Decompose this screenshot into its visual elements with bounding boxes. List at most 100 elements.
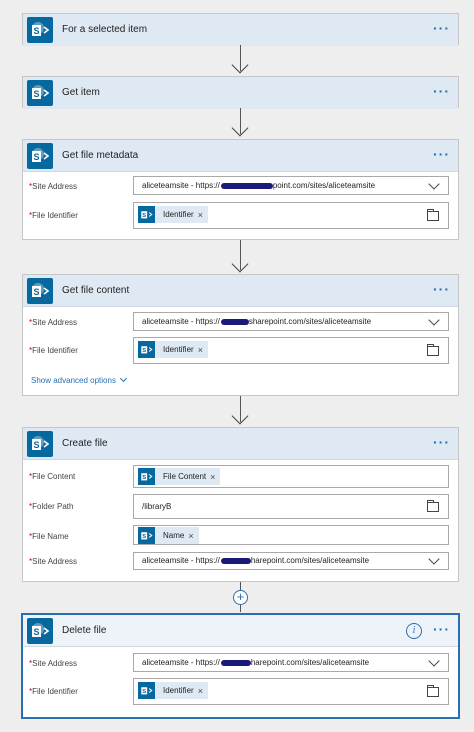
file-name-input[interactable]: S Name × bbox=[133, 525, 449, 545]
file-identifier-label: *File Identifier bbox=[29, 687, 78, 696]
folder-icon[interactable] bbox=[426, 208, 439, 221]
svg-text:S: S bbox=[142, 213, 146, 219]
sharepoint-icon: S bbox=[27, 17, 53, 43]
step-title: Get file metadata bbox=[62, 150, 139, 161]
svg-text:S: S bbox=[33, 89, 39, 99]
site-address-dropdown[interactable]: aliceteamsite - https://point.com/sites/… bbox=[133, 176, 449, 195]
folder-path-value: /libraryB bbox=[142, 502, 172, 511]
redaction-mark bbox=[220, 659, 251, 666]
step-card-get-file-content[interactable]: S Get file content ··· *Site Address ali… bbox=[22, 274, 459, 396]
remove-token-icon[interactable]: × bbox=[198, 686, 203, 696]
chevron-down-icon[interactable] bbox=[428, 654, 440, 667]
file-content-input[interactable]: S File Content × bbox=[133, 465, 449, 488]
folder-icon[interactable] bbox=[426, 343, 439, 356]
sharepoint-icon: S bbox=[27, 431, 53, 457]
folder-icon[interactable] bbox=[426, 684, 439, 697]
file-identifier-input[interactable]: S Identifier × bbox=[133, 678, 449, 705]
file-identifier-input[interactable]: S Identifier × bbox=[133, 337, 449, 364]
chevron-down-icon[interactable] bbox=[428, 177, 440, 190]
step-title: For a selected item bbox=[62, 24, 148, 35]
redaction-mark bbox=[220, 557, 251, 564]
site-address-label: *Site Address bbox=[29, 318, 78, 327]
step-card-create-file[interactable]: S Create file ··· *File Content S File C… bbox=[22, 427, 459, 582]
svg-text:S: S bbox=[142, 534, 146, 540]
svg-text:S: S bbox=[33, 627, 39, 637]
sharepoint-icon: S bbox=[138, 527, 155, 544]
step-title: Get item bbox=[62, 87, 100, 98]
svg-text:S: S bbox=[33, 152, 39, 162]
file-name-row: *File Name S Name × bbox=[23, 525, 458, 545]
dynamic-token[interactable]: S Identifier × bbox=[138, 682, 208, 699]
add-step-icon[interactable]: + bbox=[233, 590, 248, 605]
redaction-mark bbox=[220, 318, 249, 325]
step-card-delete-file[interactable]: S Delete file i ··· *Site Address alicet… bbox=[21, 613, 460, 719]
svg-text:S: S bbox=[33, 440, 39, 450]
folder-path-label: *Folder Path bbox=[29, 502, 74, 511]
step-header[interactable]: S Create file ··· bbox=[23, 428, 458, 460]
file-identifier-input[interactable]: S Identifier × bbox=[133, 202, 449, 229]
site-address-label: *Site Address bbox=[29, 557, 78, 566]
step-header[interactable]: S Delete file i ··· bbox=[23, 615, 458, 647]
file-identifier-row: *File Identifier S Identifier × bbox=[23, 337, 458, 364]
step-title: Create file bbox=[62, 438, 108, 449]
step-header[interactable]: S Get file content ··· bbox=[23, 275, 458, 307]
file-content-row: *File Content S File Content × bbox=[23, 465, 458, 488]
arrow-down-icon bbox=[231, 56, 249, 74]
step-header[interactable]: S Get file metadata ··· bbox=[23, 140, 458, 172]
remove-token-icon[interactable]: × bbox=[198, 210, 203, 220]
step-card-trigger[interactable]: S For a selected item ··· bbox=[22, 13, 459, 46]
remove-token-icon[interactable]: × bbox=[188, 531, 193, 541]
token-label: Name bbox=[163, 531, 185, 540]
file-identifier-row: *File Identifier S Identifier × bbox=[23, 678, 458, 705]
token-label: File Content bbox=[163, 472, 207, 481]
show-advanced-options-link[interactable]: Show advanced options bbox=[31, 374, 127, 385]
svg-text:S: S bbox=[142, 689, 146, 695]
site-address-row: *Site Address aliceteamsite - https://sh… bbox=[23, 312, 458, 331]
site-address-dropdown[interactable]: aliceteamsite - https://harepoint.com/si… bbox=[133, 653, 449, 672]
more-options-icon[interactable]: ··· bbox=[433, 14, 450, 42]
more-options-icon[interactable]: ··· bbox=[433, 275, 450, 303]
sharepoint-icon: S bbox=[27, 143, 53, 169]
svg-text:S: S bbox=[33, 26, 39, 36]
token-label: Identifier bbox=[163, 210, 194, 219]
file-name-label: *File Name bbox=[29, 532, 69, 541]
step-header[interactable]: S Get item ··· bbox=[23, 77, 458, 109]
folder-path-row: *Folder Path /libraryB bbox=[23, 494, 458, 519]
token-label: Identifier bbox=[163, 345, 194, 354]
file-identifier-label: *File Identifier bbox=[29, 211, 78, 220]
redaction-mark bbox=[220, 182, 273, 189]
folder-icon[interactable] bbox=[426, 499, 439, 512]
step-card-get-item[interactable]: S Get item ··· bbox=[22, 76, 459, 109]
chevron-down-icon[interactable] bbox=[428, 553, 440, 565]
svg-text:S: S bbox=[33, 287, 39, 297]
step-card-get-file-metadata[interactable]: S Get file metadata ··· *Site Address al… bbox=[22, 139, 459, 240]
dynamic-token[interactable]: S Name × bbox=[138, 527, 199, 544]
file-identifier-label: *File Identifier bbox=[29, 346, 78, 355]
arrow-down-icon bbox=[231, 407, 249, 425]
more-options-icon[interactable]: ··· bbox=[433, 615, 450, 643]
dynamic-token[interactable]: S Identifier × bbox=[138, 341, 208, 358]
more-options-icon[interactable]: ··· bbox=[433, 428, 450, 456]
folder-path-input[interactable]: /libraryB bbox=[133, 494, 449, 519]
dynamic-token[interactable]: S File Content × bbox=[138, 468, 221, 485]
more-options-icon[interactable]: ··· bbox=[433, 140, 450, 168]
remove-token-icon[interactable]: × bbox=[210, 472, 215, 482]
site-address-dropdown[interactable]: aliceteamsite - https://sharepoint.com/s… bbox=[133, 312, 449, 331]
more-options-icon[interactable]: ··· bbox=[433, 77, 450, 105]
token-label: Identifier bbox=[163, 686, 194, 695]
sharepoint-icon: S bbox=[27, 278, 53, 304]
site-address-label: *Site Address bbox=[29, 659, 78, 668]
site-address-row: *Site Address aliceteamsite - https://ha… bbox=[23, 552, 458, 570]
chevron-down-icon[interactable] bbox=[428, 313, 440, 326]
info-icon[interactable]: i bbox=[406, 623, 422, 639]
site-address-dropdown[interactable]: aliceteamsite - https://harepoint.com/si… bbox=[133, 552, 449, 570]
chevron-down-icon bbox=[119, 374, 127, 383]
sharepoint-icon: S bbox=[27, 618, 53, 644]
site-address-label: *Site Address bbox=[29, 182, 78, 191]
sharepoint-icon: S bbox=[138, 341, 155, 358]
remove-token-icon[interactable]: × bbox=[198, 345, 203, 355]
dynamic-token[interactable]: S Identifier × bbox=[138, 206, 208, 223]
sharepoint-icon: S bbox=[138, 682, 155, 699]
file-identifier-row: *File Identifier S Identifier × bbox=[23, 202, 458, 229]
step-header[interactable]: S For a selected item ··· bbox=[23, 14, 458, 46]
